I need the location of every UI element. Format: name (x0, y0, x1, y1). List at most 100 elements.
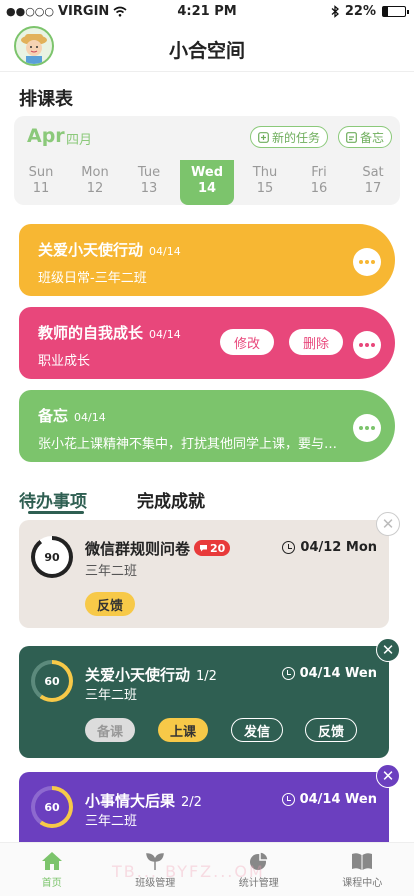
add-square-icon (258, 131, 269, 143)
schedule-card[interactable]: 备忘 04/14 张小花上课精神不集中，打扰其他同学上课，要与… (19, 390, 395, 462)
day-tue[interactable]: Tue 13 (122, 160, 176, 205)
todo-time: 04/14 Wen (299, 666, 377, 681)
close-icon[interactable]: ✕ (376, 512, 400, 536)
schedule-card-title: 教师的自我成长 (38, 324, 144, 342)
nav-home[interactable]: 首页 (0, 843, 104, 896)
edit-button[interactable]: 修改 (220, 329, 275, 355)
todo-class: 三年二班 (85, 688, 138, 703)
day-name: Fri (311, 165, 327, 180)
progress-ring: 60 (31, 786, 73, 828)
memo-label: 备忘 (360, 130, 385, 145)
schedule-card-subtitle: 班级日常-三年二班 (38, 271, 147, 286)
watermark: TB... BYFZ...OM (112, 862, 265, 881)
schedule-card-title: 关爱小天使行动 (38, 241, 144, 259)
day-row: Sun 11 Mon 12 Tue 13 Wed 14 Thu 15 Fri 16 Sat 1… (14, 160, 400, 205)
clock-icon (281, 667, 295, 680)
clock-icon (281, 793, 295, 806)
book-icon (352, 852, 373, 870)
schedule-card-date: 04/14 (149, 328, 181, 341)
day-thu[interactable]: Thu 15 (238, 160, 292, 205)
nav-label: 首页 (41, 877, 62, 889)
todo-title: 微信群规则问卷 (85, 540, 191, 558)
day-number: 12 (86, 181, 104, 196)
clock-icon (282, 541, 296, 554)
day-number: 14 (197, 181, 217, 196)
todo-title: 关爱小天使行动 (85, 666, 191, 684)
start-class-button[interactable]: 上课 (158, 718, 209, 742)
feedback-button[interactable]: 反馈 (305, 718, 358, 742)
todo-title: 小事情大后果 (85, 792, 176, 810)
day-number: 17 (364, 181, 382, 196)
tab-achievements[interactable]: 完成成就 (137, 487, 205, 512)
progress-value: 60 (35, 664, 69, 698)
todo-class: 三年二班 (85, 564, 138, 579)
home-icon (41, 851, 62, 870)
close-icon[interactable]: ✕ (376, 764, 400, 788)
memo-icon (346, 131, 357, 143)
battery-percent: 22% (344, 4, 376, 19)
todo-time: 04/14 Wen (299, 792, 377, 807)
comment-count: 20 (210, 541, 226, 555)
day-number: 15 (256, 181, 274, 196)
todo-class: 三年二班 (85, 814, 138, 829)
more-options-button[interactable] (353, 414, 381, 442)
day-fri[interactable]: Fri 16 (292, 160, 346, 205)
schedule-card-subtitle: 张小花上课精神不集中，打扰其他同学上课，要与… (38, 437, 338, 452)
calendar-month-cn: 四月 (66, 133, 93, 148)
close-icon[interactable]: ✕ (376, 638, 400, 662)
nav-course-center[interactable]: 课程中心 (311, 843, 414, 896)
new-task-label: 新的任务 (272, 130, 321, 145)
active-tab-indicator (28, 511, 84, 514)
battery-fill (383, 7, 388, 16)
schedule-card-date: 04/14 (74, 411, 106, 424)
progress-ring: 60 (31, 660, 73, 702)
more-options-button[interactable] (353, 248, 381, 276)
todo-card[interactable]: 60 关爱小天使行动 1/2 三年二班 04/14 Wen 备课 上课 发信 反馈 (19, 646, 389, 758)
comment-badge: 20 (194, 540, 231, 556)
day-sun[interactable]: Sun 11 (14, 160, 68, 205)
day-number: 16 (310, 181, 328, 196)
feedback-button[interactable]: 反馈 (85, 592, 136, 616)
more-options-button[interactable] (353, 331, 381, 359)
progress-value: 90 (35, 540, 69, 574)
schedule-card-title: 备忘 (38, 407, 69, 425)
day-number: 13 (140, 181, 158, 196)
nav-label: 课程中心 (342, 877, 383, 889)
day-name: Sun (28, 165, 54, 180)
schedule-card-subtitle: 职业成长 (38, 354, 91, 369)
battery-icon (382, 6, 409, 17)
app-header: 小合空间 (0, 22, 414, 72)
calendar-month: Apr (27, 125, 65, 147)
day-name: Thu (252, 165, 278, 180)
day-sat[interactable]: Sat 17 (346, 160, 400, 205)
todo-count: 2/2 (181, 795, 202, 810)
prepare-lesson-button[interactable]: 备课 (85, 718, 136, 742)
todo-card[interactable]: 60 小事情大后果 2/2 三年二班 04/14 Wen (19, 772, 389, 844)
week-calendar: Apr 四月 新的任务 备忘 Sun 11 Mon 12 Tue 13 Wed 14 T… (14, 116, 400, 205)
page-title: 小合空间 (168, 40, 245, 62)
progress-value: 60 (35, 790, 69, 824)
send-letter-button[interactable]: 发信 (231, 718, 284, 742)
progress-ring: 90 (31, 536, 73, 578)
schedule-card-date: 04/14 (149, 245, 181, 258)
day-name: Tue (137, 165, 161, 180)
schedule-section-title: 排课表 (19, 89, 73, 110)
new-task-button[interactable]: 新的任务 (250, 126, 329, 148)
day-name: Mon (81, 165, 109, 180)
day-number: 11 (32, 181, 50, 196)
comment-icon (200, 545, 208, 552)
todo-time: 04/12 Mon (300, 540, 377, 555)
bluetooth-icon (331, 5, 339, 18)
todo-count: 1/2 (196, 669, 217, 684)
day-name: Sat (362, 165, 384, 180)
delete-button[interactable]: 删除 (289, 329, 344, 355)
schedule-card[interactable]: 教师的自我成长 04/14 职业成长 修改 删除 (19, 307, 395, 379)
todo-card[interactable]: 90 微信群规则问卷 20 三年二班 04/12 Mon 反馈 (19, 520, 389, 628)
day-mon[interactable]: Mon 12 (68, 160, 122, 205)
memo-button[interactable]: 备忘 (338, 126, 393, 148)
day-name: Wed (191, 165, 223, 180)
tab-todo[interactable]: 待办事项 (19, 487, 87, 512)
schedule-card[interactable]: 关爱小天使行动 04/14 班级日常-三年二班 (19, 224, 395, 296)
day-wed-selected[interactable]: Wed 14 (180, 160, 234, 205)
status-bar: ●●○○○ VIRGIN 4:21 PM 22% (0, 0, 414, 22)
